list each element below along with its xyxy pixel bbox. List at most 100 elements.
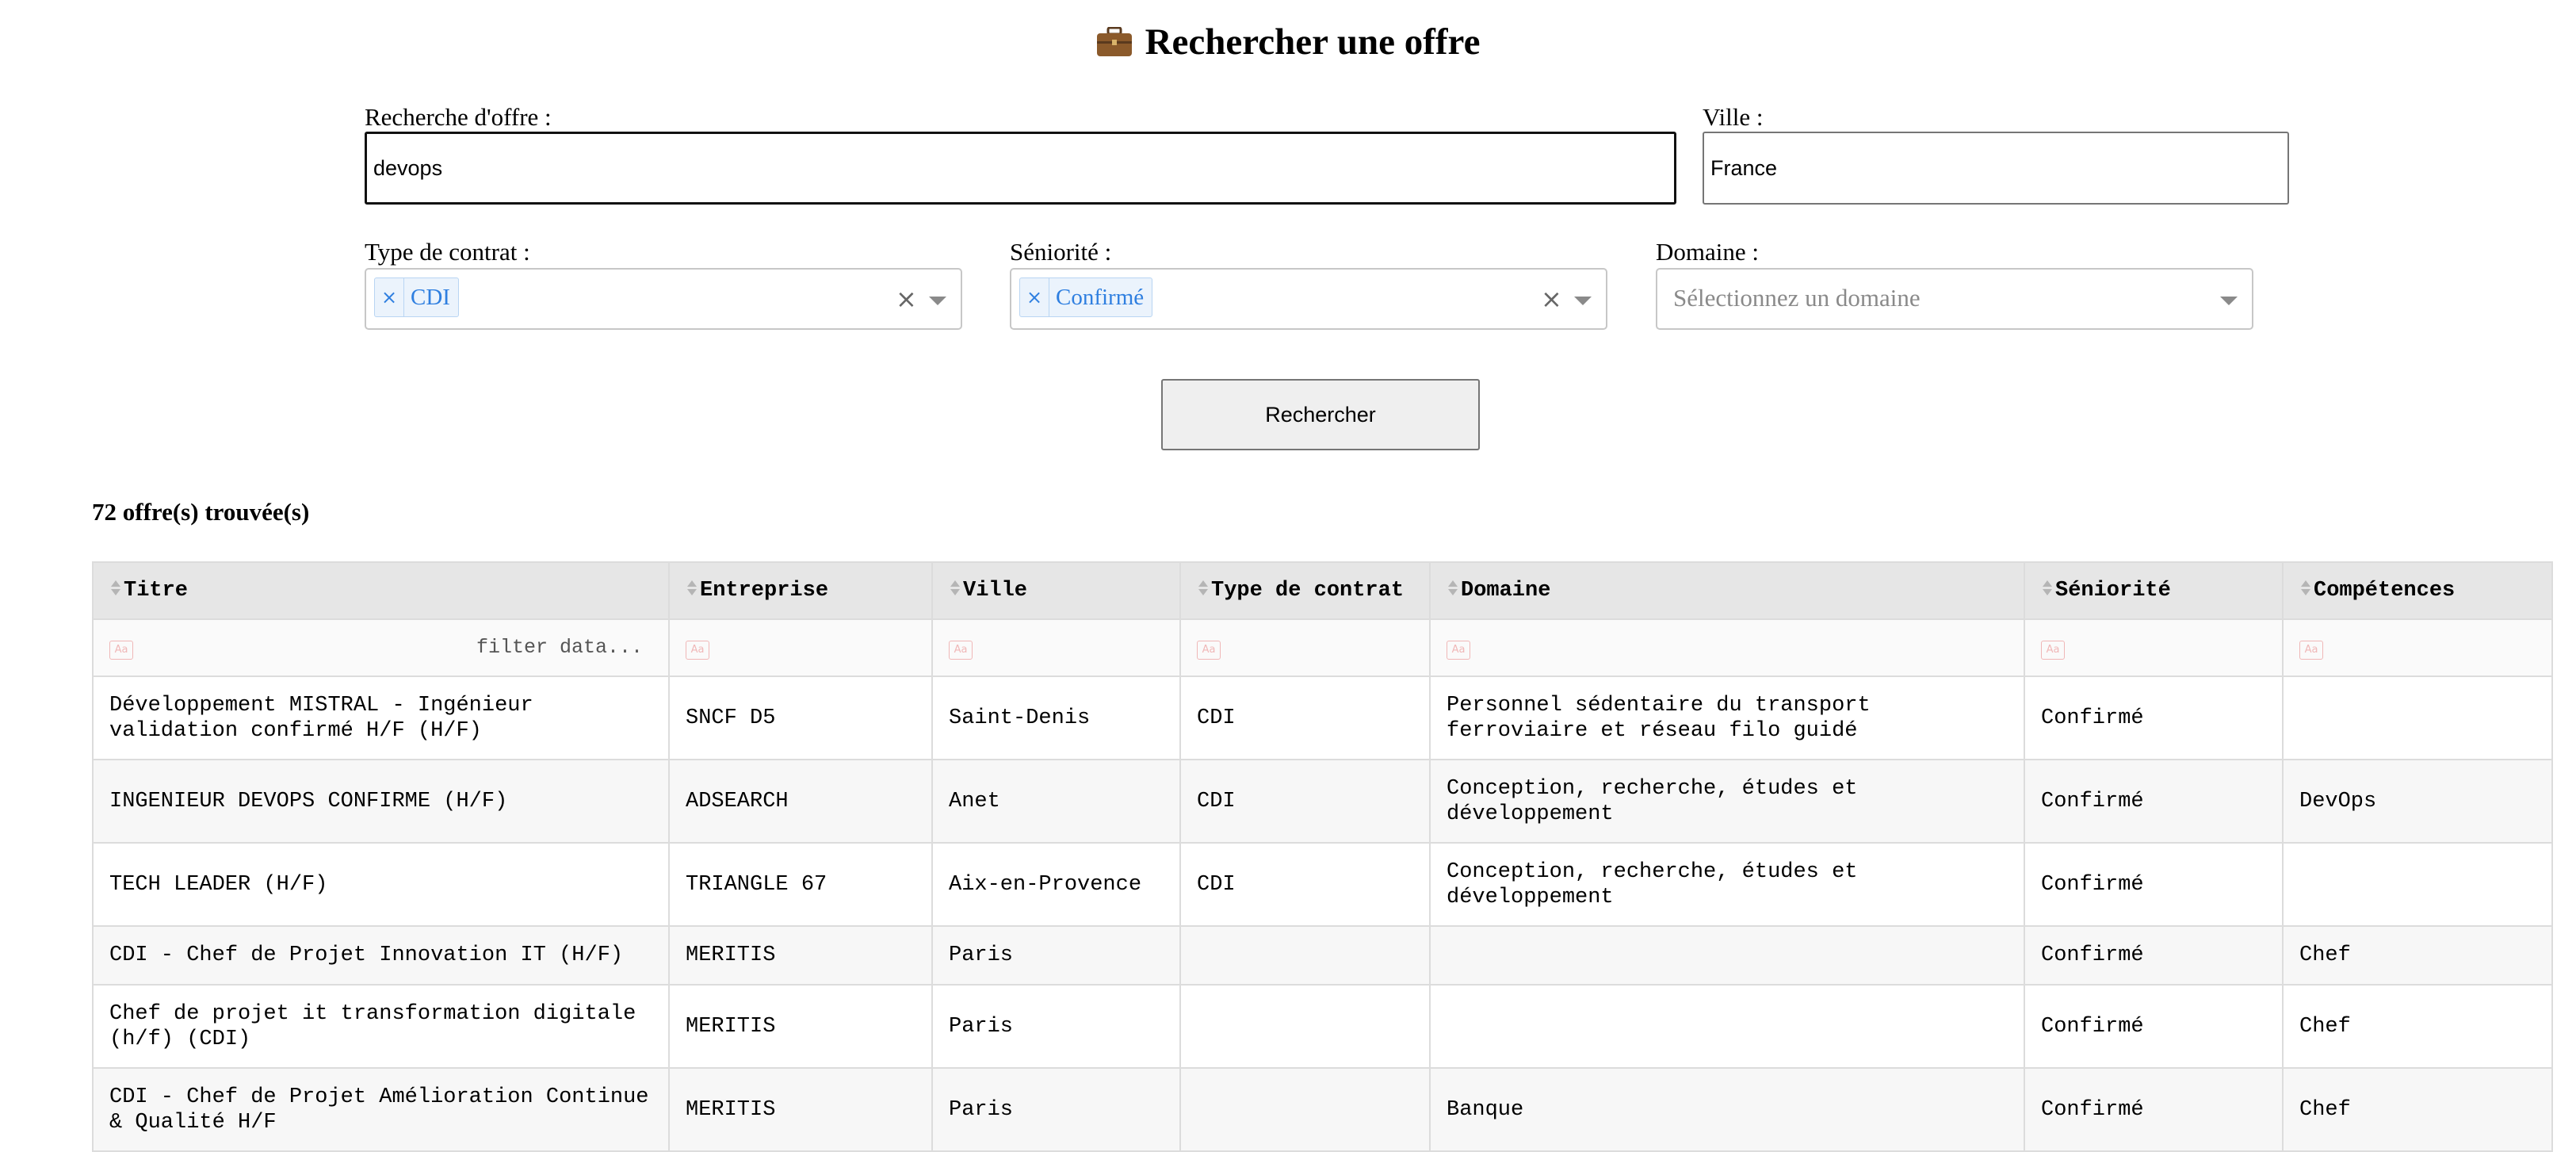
cell-domain (1429, 925, 2025, 986)
table-row[interactable]: TECH LEADER (H/F) TRIANGLE 67 Aix-en-Pro… (92, 842, 2553, 927)
case-sensitive-icon[interactable]: Aa (2041, 641, 2065, 660)
table-row[interactable]: Développement MISTRAL - Ingénieur valida… (92, 676, 2553, 760)
domain-placeholder: Sélectionnez un domaine (1673, 284, 1921, 312)
cell-skills (2282, 842, 2553, 927)
table-row[interactable]: CDI - Chef de Projet Innovation IT (H/F)… (92, 925, 2553, 986)
cell-domain: Banque (1429, 1067, 2025, 1152)
column-header[interactable]: Séniorité (2024, 561, 2284, 620)
cell-title: CDI - Chef de Projet Innovation IT (H/F) (92, 925, 670, 986)
seniority-label: Séniorité : (1010, 238, 1112, 266)
cell-company: MERITIS (668, 984, 933, 1069)
cell-company: TRIANGLE 67 (668, 842, 933, 927)
table-row[interactable]: CDI - Chef de Projet Amélioration Contin… (92, 1067, 2553, 1152)
search-input[interactable] (365, 132, 1676, 205)
column-header[interactable]: Type de contrat (1179, 561, 1431, 620)
chevron-down-icon[interactable] (929, 297, 946, 305)
column-header[interactable]: Ville (931, 561, 1181, 620)
page-title: Rechercher une offre (0, 21, 2576, 63)
sort-icon[interactable] (2043, 580, 2052, 597)
clear-icon[interactable]: × (896, 284, 917, 314)
city-input[interactable] (1703, 132, 2289, 205)
cell-contract (1179, 925, 1431, 986)
cell-skills: Chef (2282, 925, 2553, 986)
column-filter[interactable]: Aa (1429, 618, 2025, 677)
sort-icon[interactable] (1198, 580, 1208, 597)
contract-tag-label: CDI (411, 284, 450, 310)
cell-contract (1179, 984, 1431, 1069)
column-filter[interactable]: Aa (668, 618, 933, 677)
results-table: Titre Entreprise Ville Type de contrat D… (92, 561, 2553, 1152)
chevron-down-icon[interactable] (1574, 297, 1592, 305)
sort-icon[interactable] (1448, 580, 1458, 597)
case-sensitive-icon[interactable]: Aa (109, 641, 133, 660)
cell-skills: Chef (2282, 984, 2553, 1069)
briefcase-icon (1096, 27, 1132, 56)
case-sensitive-icon[interactable]: Aa (1447, 641, 1470, 660)
sort-icon[interactable] (687, 580, 697, 597)
cell-domain: Conception, recherche, études et dévelop… (1429, 842, 2025, 927)
seniority-select[interactable]: × Confirmé × (1010, 268, 1607, 330)
clear-icon[interactable]: × (1541, 284, 1562, 314)
column-header[interactable]: Domaine (1429, 561, 2025, 620)
cell-title: Développement MISTRAL - Ingénieur valida… (92, 676, 670, 760)
sort-icon[interactable] (111, 580, 120, 597)
filter-placeholder: filter data... (476, 636, 643, 659)
sort-icon[interactable] (2301, 580, 2310, 597)
search-button[interactable]: Rechercher (1161, 379, 1480, 450)
cell-skills (2282, 676, 2553, 760)
cell-company: MERITIS (668, 925, 933, 986)
column-filter[interactable]: Aa filter data... (92, 618, 670, 677)
domain-label: Domaine : (1656, 238, 1759, 266)
remove-tag-icon[interactable]: × (375, 278, 404, 316)
cell-seniority: Confirmé (2024, 842, 2284, 927)
column-filter[interactable]: Aa (2024, 618, 2284, 677)
column-filter[interactable]: Aa (2282, 618, 2553, 677)
table-row[interactable]: Chef de projet it transformation digital… (92, 984, 2553, 1069)
case-sensitive-icon[interactable]: Aa (686, 641, 709, 660)
column-filter[interactable]: Aa (1179, 618, 1431, 677)
cell-domain (1429, 984, 2025, 1069)
sort-icon[interactable] (950, 580, 960, 597)
cell-skills: DevOps (2282, 759, 2553, 844)
contract-label: Type de contrat : (365, 238, 530, 266)
cell-title: CDI - Chef de Projet Amélioration Contin… (92, 1067, 670, 1152)
cell-domain: Conception, recherche, études et dévelop… (1429, 759, 2025, 844)
seniority-tag-label: Confirmé (1056, 284, 1145, 310)
contract-tag: × CDI (374, 277, 459, 317)
cell-domain: Personnel sédentaire du transport ferrov… (1429, 676, 2025, 760)
results-count: 72 offre(s) trouvée(s) (92, 498, 310, 526)
chevron-down-icon[interactable] (2220, 297, 2238, 305)
cell-seniority: Confirmé (2024, 984, 2284, 1069)
cell-seniority: Confirmé (2024, 1067, 2284, 1152)
remove-tag-icon[interactable]: × (1020, 278, 1049, 316)
cell-city: Anet (931, 759, 1181, 844)
cell-title: Chef de projet it transformation digital… (92, 984, 670, 1069)
cell-city: Saint-Denis (931, 676, 1181, 760)
column-header[interactable]: Titre (92, 561, 670, 620)
case-sensitive-icon[interactable]: Aa (949, 641, 973, 660)
column-header[interactable]: Compétences (2282, 561, 2553, 620)
case-sensitive-icon[interactable]: Aa (2299, 641, 2323, 660)
seniority-tag: × Confirmé (1019, 277, 1153, 317)
cell-city: Paris (931, 925, 1181, 986)
cell-city: Aix-en-Provence (931, 842, 1181, 927)
cell-skills: Chef (2282, 1067, 2553, 1152)
cell-city: Paris (931, 1067, 1181, 1152)
cell-title: TECH LEADER (H/F) (92, 842, 670, 927)
cell-company: SNCF D5 (668, 676, 933, 760)
column-header[interactable]: Entreprise (668, 561, 933, 620)
column-filter[interactable]: Aa (931, 618, 1181, 677)
search-label: Recherche d'offre : (365, 103, 552, 131)
domain-select[interactable]: Sélectionnez un domaine (1656, 268, 2253, 330)
cell-company: ADSEARCH (668, 759, 933, 844)
cell-contract: CDI (1179, 759, 1431, 844)
case-sensitive-icon[interactable]: Aa (1197, 641, 1221, 660)
page-title-text: Rechercher une offre (1145, 21, 1481, 63)
cell-contract (1179, 1067, 1431, 1152)
cell-contract: CDI (1179, 842, 1431, 927)
table-row[interactable]: INGENIEUR DEVOPS CONFIRME (H/F) ADSEARCH… (92, 759, 2553, 844)
contract-select[interactable]: × CDI × (365, 268, 962, 330)
cell-seniority: Confirmé (2024, 759, 2284, 844)
cell-title: INGENIEUR DEVOPS CONFIRME (H/F) (92, 759, 670, 844)
cell-city: Paris (931, 984, 1181, 1069)
